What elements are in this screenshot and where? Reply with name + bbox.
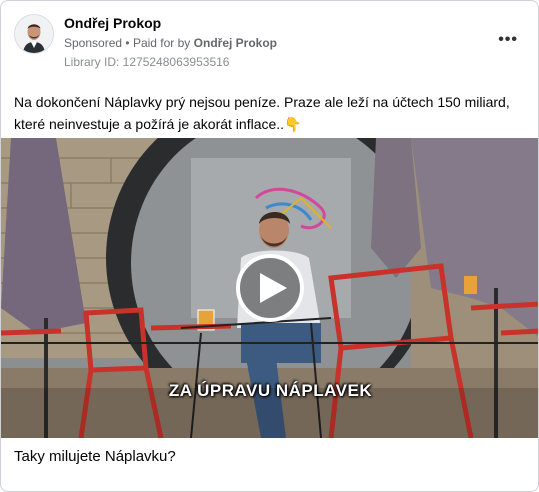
paid-for-label: Paid for by [132,36,191,50]
author-name[interactable]: Ondřej Prokop [64,15,161,31]
more-options-button[interactable]: ••• [498,31,518,49]
paid-for-name[interactable]: Ondřej Prokop [194,36,277,50]
more-options-icon: ••• [498,31,518,48]
library-id: Library ID: 1275248063953516 [64,55,230,69]
ad-headline[interactable]: Taky milujete Náplavku? [14,448,176,465]
post-body: Na dokončení Náplavky prý nejsou peníze.… [14,91,524,135]
post-header: Ondřej Prokop Sponsored • Paid for by On… [1,1,538,81]
play-button[interactable] [236,254,304,322]
ad-card: Ondřej Prokop Sponsored • Paid for by On… [0,0,539,492]
meta-separator: • [125,36,133,50]
pointing-down-emoji: 👇 [284,116,302,132]
author-avatar[interactable] [14,14,54,54]
post-body-line-2: které neinvestuje a požírá je akorát inf… [14,113,524,135]
video-player[interactable]: ZA ÚPRAVU NÁPLAVEK [1,138,538,438]
sponsored-label: Sponsored [64,36,123,50]
sponsored-meta: Sponsored • Paid for by Ondřej Prokop [64,36,277,50]
post-body-line-2-text: které neinvestuje a požírá je akorát inf… [14,116,285,132]
video-caption: ZA ÚPRAVU NÁPLAVEK [168,381,373,400]
post-body-line-1: Na dokončení Náplavky prý nejsou peníze.… [14,94,510,110]
person-avatar-icon [15,15,53,53]
